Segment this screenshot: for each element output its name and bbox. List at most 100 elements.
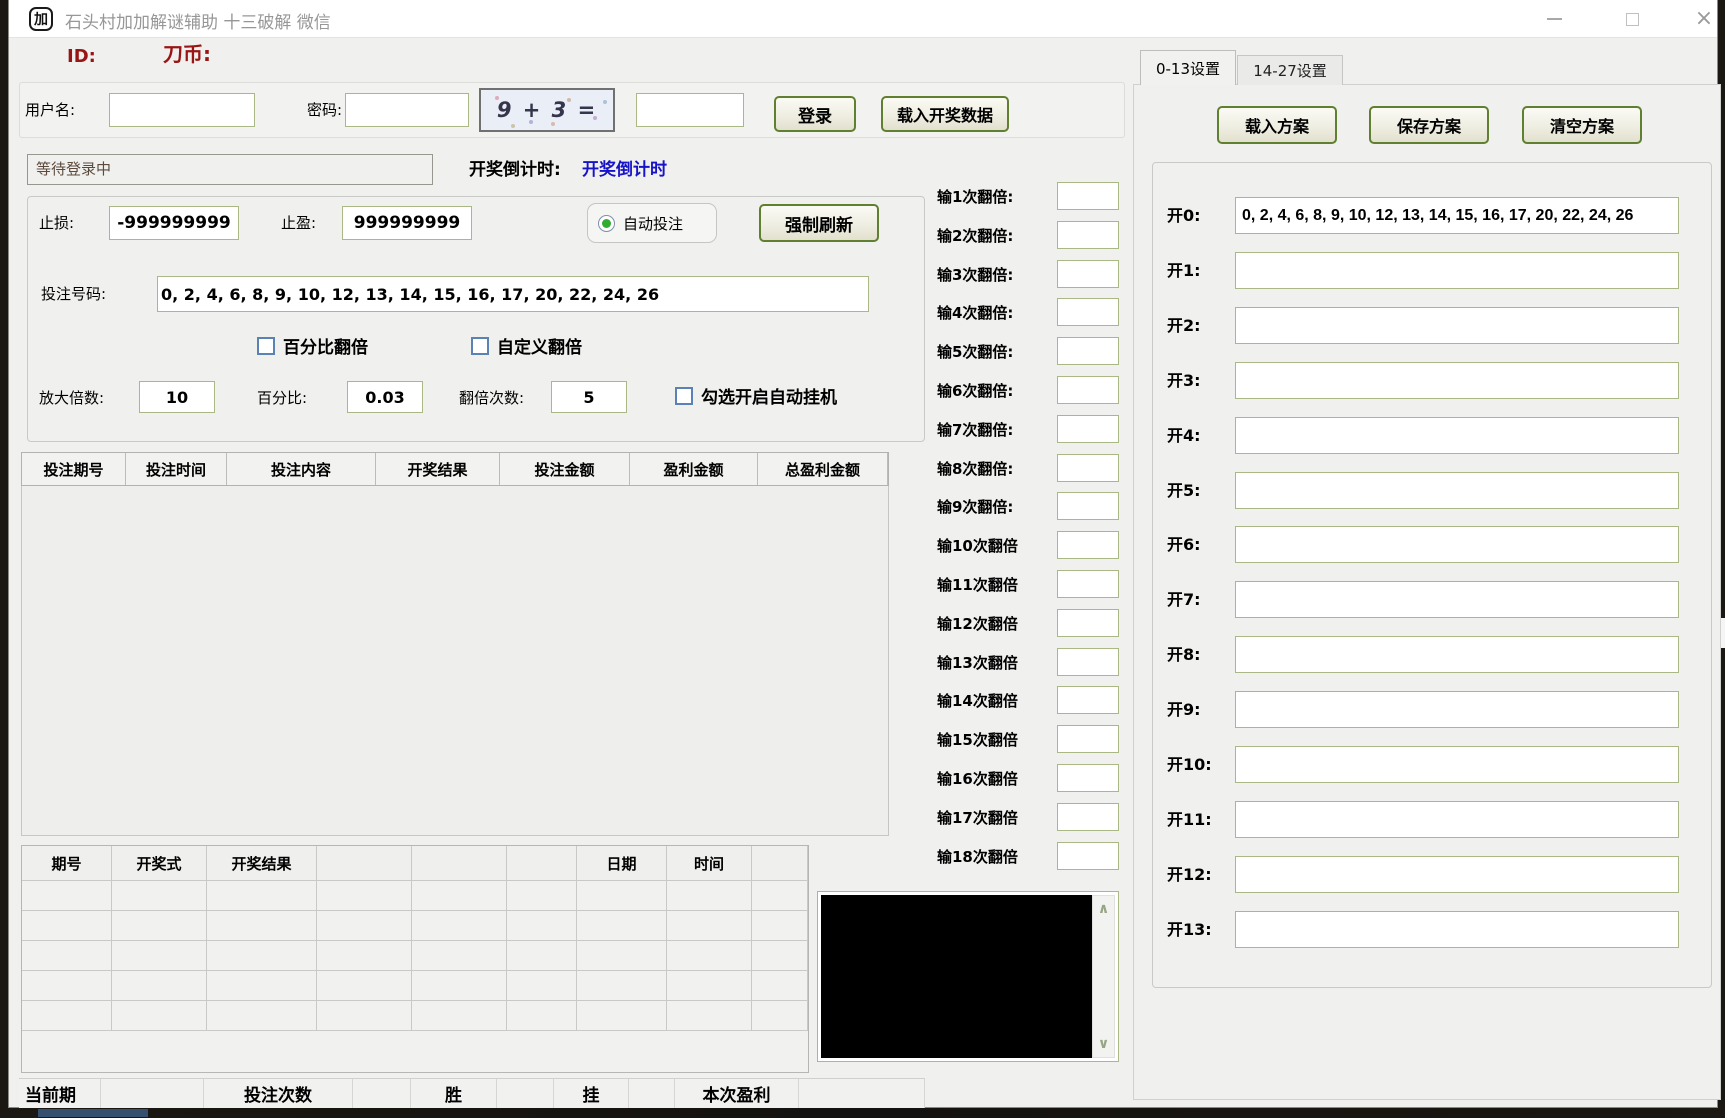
plan-field-input-12[interactable] — [1235, 856, 1679, 893]
loss-multiplier-input-7[interactable] — [1057, 415, 1119, 443]
captcha-answer-input[interactable] — [636, 93, 744, 127]
plan-field-input-10[interactable] — [1235, 746, 1679, 783]
loss-multiplier-input-6[interactable] — [1057, 376, 1119, 404]
loss-multiplier-input-16[interactable] — [1057, 764, 1119, 792]
load-draw-data-button[interactable]: 载入开奖数据 — [881, 96, 1009, 132]
load-plan-button[interactable]: 载入方案 — [1217, 106, 1337, 144]
loss-multiplier-input-15[interactable] — [1057, 725, 1119, 753]
clear-plan-button[interactable]: 清空方案 — [1522, 106, 1642, 144]
loss-multiplier-input-17[interactable] — [1057, 803, 1119, 831]
log-scrollbar[interactable]: ∧ ∨ — [1092, 895, 1115, 1058]
loss-multiplier-label-15: 输15次翻倍 — [937, 726, 1018, 754]
results-header-1[interactable]: 期号 — [22, 846, 112, 881]
stop-loss-input[interactable] — [109, 206, 239, 240]
results-header-empty[interactable] — [507, 846, 577, 881]
results-cell — [667, 971, 752, 1001]
plan-field-input-1[interactable] — [1235, 252, 1679, 289]
amplify-input[interactable] — [139, 381, 215, 413]
loss-multiplier-input-3[interactable] — [1057, 260, 1119, 288]
captcha-noise-dot — [495, 96, 499, 100]
close-button[interactable]: × — [1681, 0, 1725, 38]
custom-double-checkbox[interactable]: 自定义翻倍 — [471, 333, 582, 358]
plan-field-input-8[interactable] — [1235, 636, 1679, 673]
maximize-button[interactable] — [1609, 0, 1655, 38]
captcha-noise-dot — [603, 100, 607, 104]
plan-field-input-7[interactable] — [1235, 581, 1679, 618]
loss-multiplier-input-10[interactable] — [1057, 531, 1119, 559]
loss-multiplier-label-1: 输1次翻倍: — [937, 183, 1013, 211]
results-cell — [577, 911, 667, 941]
auto-hang-checkbox[interactable]: 勾选开启自动挂机 — [675, 383, 837, 408]
plan-field-label-8: 开8: — [1167, 636, 1201, 674]
results-cell — [667, 1001, 752, 1031]
percent-double-checkbox[interactable]: 百分比翻倍 — [257, 333, 368, 358]
bet-table-header-2[interactable]: 投注时间 — [126, 453, 227, 485]
results-cell — [22, 881, 112, 911]
username-input[interactable] — [109, 93, 255, 127]
plan-field-label-12: 开12: — [1167, 856, 1212, 894]
loss-multiplier-input-1[interactable] — [1057, 182, 1119, 210]
results-header-3[interactable]: 开奖结果 — [207, 846, 317, 881]
login-button[interactable]: 登录 — [774, 96, 856, 132]
loss-multiplier-input-11[interactable] — [1057, 570, 1119, 598]
scroll-up-icon[interactable]: ∧ — [1098, 901, 1109, 917]
plan-field-input-9[interactable] — [1235, 691, 1679, 728]
take-profit-input[interactable] — [342, 206, 472, 240]
loss-multiplier-input-9[interactable] — [1057, 492, 1119, 520]
plan-field-label-5: 开5: — [1167, 472, 1201, 510]
loss-multiplier-input-13[interactable] — [1057, 648, 1119, 676]
bet-table-header-4[interactable]: 开奖结果 — [376, 453, 500, 485]
loss-multiplier-input-8[interactable] — [1057, 454, 1119, 482]
scroll-down-icon[interactable]: ∨ — [1098, 1036, 1109, 1052]
loss-multiplier-input-2[interactable] — [1057, 221, 1119, 249]
results-cell — [577, 971, 667, 1001]
results-cell — [22, 941, 112, 971]
save-plan-button[interactable]: 保存方案 — [1369, 106, 1489, 144]
results-header-empty[interactable] — [752, 846, 808, 881]
bet-table-header-5[interactable]: 投注金额 — [500, 453, 630, 485]
bet-table-body — [21, 486, 889, 836]
results-header-empty[interactable] — [317, 846, 412, 881]
results-cell — [207, 941, 317, 971]
coin-label: 刀币: — [163, 41, 211, 67]
tab-14-27-settings[interactable]: 14-27设置 — [1237, 55, 1343, 85]
force-refresh-button[interactable]: 强制刷新 — [759, 204, 879, 242]
plan-field-input-2[interactable] — [1235, 307, 1679, 344]
bet-table-header-7[interactable]: 总盈利金额 — [758, 453, 888, 485]
results-header-empty[interactable] — [412, 846, 507, 881]
bet-numbers-input[interactable] — [157, 276, 869, 312]
loss-multiplier-input-12[interactable] — [1057, 609, 1119, 637]
bet-table-header-1[interactable]: 投注期号 — [22, 453, 126, 485]
minimize-button[interactable] — [1531, 0, 1577, 38]
percent-input[interactable] — [347, 381, 423, 413]
captcha-text: 9 + 3 = — [497, 98, 597, 122]
loss-multiplier-input-4[interactable] — [1057, 298, 1119, 326]
plan-field-input-0[interactable] — [1235, 197, 1679, 234]
results-cell — [577, 1001, 667, 1031]
plan-field-input-13[interactable] — [1235, 911, 1679, 948]
loss-multiplier-input-18[interactable] — [1057, 842, 1119, 870]
plan-field-input-5[interactable] — [1235, 472, 1679, 509]
results-cell — [507, 881, 577, 911]
double-count-input[interactable] — [551, 381, 627, 413]
bet-table-header-3[interactable]: 投注内容 — [227, 453, 376, 485]
results-cell — [752, 881, 808, 911]
results-header-7[interactable]: 日期 — [577, 846, 667, 881]
results-cell — [22, 911, 112, 941]
auto-bet-radio[interactable]: 自动投注 — [587, 203, 717, 243]
plan-field-input-6[interactable] — [1235, 526, 1679, 563]
loss-multiplier-input-14[interactable] — [1057, 686, 1119, 714]
tab-0-13-settings[interactable]: 0-13设置 — [1140, 50, 1236, 85]
loss-multiplier-input-5[interactable] — [1057, 337, 1119, 365]
password-input[interactable] — [345, 93, 469, 127]
results-cell — [207, 911, 317, 941]
plan-field-input-3[interactable] — [1235, 362, 1679, 399]
plan-field-input-4[interactable] — [1235, 417, 1679, 454]
bet-table-header-6[interactable]: 盈利金额 — [630, 453, 758, 485]
plan-field-input-11[interactable] — [1235, 801, 1679, 838]
loss-multiplier-label-8: 输8次翻倍: — [937, 455, 1013, 483]
loss-multiplier-label-9: 输9次翻倍: — [937, 493, 1013, 521]
plan-field-label-3: 开3: — [1167, 362, 1201, 400]
results-header-2[interactable]: 开奖式 — [112, 846, 207, 881]
results-header-8[interactable]: 时间 — [667, 846, 752, 881]
